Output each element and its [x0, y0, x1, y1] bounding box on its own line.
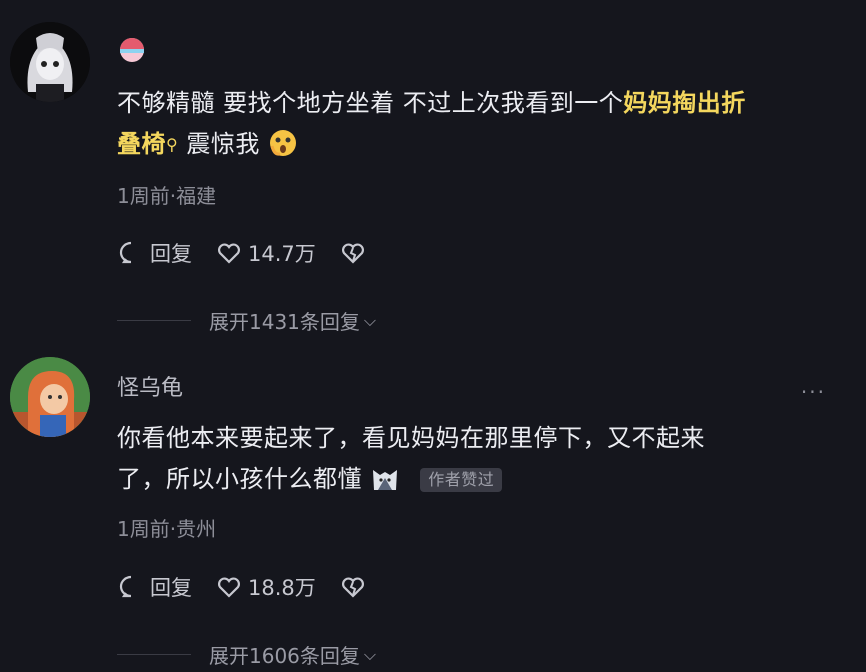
like-button[interactable]: 14.7万: [216, 238, 316, 268]
comment-text: 不够精髓 要找个地方坐着 不过上次我看到一个妈妈掏出折 叠椅⚲ 震惊我: [117, 89, 746, 158]
user-badge-icon: [118, 36, 146, 68]
dislike-button[interactable]: [340, 240, 372, 266]
author-liked-badge: 作者赞过: [420, 468, 503, 492]
heart-icon: [218, 577, 240, 598]
avatar[interactable]: [10, 22, 90, 102]
reply-icon: [119, 241, 132, 264]
reply-button[interactable]: 回复: [118, 238, 192, 268]
username[interactable]: 怪乌龟: [117, 370, 183, 402]
comment-meta: 1周前·福建: [117, 184, 217, 208]
like-button[interactable]: 18.8万: [216, 572, 316, 602]
comment-actions: 回复 18.8万: [118, 572, 396, 602]
comment-meta: 1周前·贵州: [117, 517, 217, 541]
comment-text: 你看他本来要起来了，看见妈妈在那里停下，又不起来 了，所以小孩什么都懂 作者赞过: [117, 424, 705, 493]
highlight-link[interactable]: 妈妈掏出折: [623, 89, 746, 117]
shocked-emoji-icon: [268, 130, 298, 158]
highlight-link[interactable]: 叠椅: [117, 130, 166, 158]
avatar[interactable]: [10, 357, 90, 437]
expand-replies-button[interactable]: 展开1431条回复 ⌵: [117, 306, 376, 335]
search-icon[interactable]: ⚲: [166, 135, 178, 154]
wolf-emoji-icon: [370, 465, 408, 493]
reply-icon: [119, 575, 132, 598]
expand-replies-button[interactable]: 展开1606条回复 ⌵: [117, 640, 376, 669]
broken-heart-icon: [341, 577, 364, 598]
heart-icon: [218, 243, 240, 264]
divider: [117, 654, 191, 655]
broken-heart-icon: [341, 243, 364, 264]
divider: [117, 320, 191, 321]
dislike-button[interactable]: [340, 574, 372, 600]
comment-actions: 回复 14.7万: [118, 238, 396, 268]
chevron-down-icon: ⌵: [363, 310, 377, 330]
chevron-down-icon: ⌵: [363, 644, 377, 664]
more-options-button[interactable]: ···: [801, 380, 826, 404]
reply-button[interactable]: 回复: [118, 572, 192, 602]
